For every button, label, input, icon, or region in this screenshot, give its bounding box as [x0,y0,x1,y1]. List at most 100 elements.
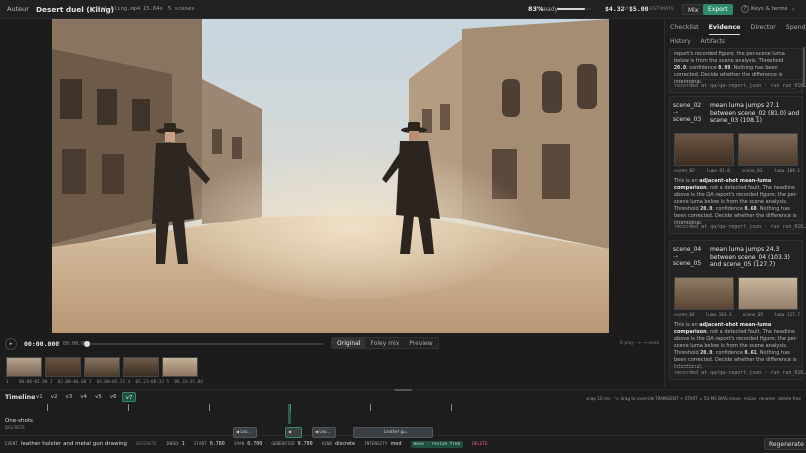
oneshot-clip[interactable]: ◀ Lea… [233,427,257,438]
resize-grip[interactable] [394,389,412,391]
thumb-labels: scene_02 luma 81.0 scene_03 luma 108.1 [674,169,800,174]
app-brand[interactable]: Auteur [7,5,29,13]
scene-thumb[interactable] [6,357,42,377]
tab-foley-mix[interactable]: Foley mix [365,338,404,348]
clip-label: ◀ Lea… [315,429,331,434]
scene-thumb[interactable] [84,357,120,377]
event-detail-bar: EVENT leather holster and metal gun draw… [5,441,488,448]
scene-num: 3 [88,380,92,385]
edit-actions: move resize rename delete free [729,396,801,401]
scrub-handle[interactable] [84,341,90,347]
estimate-label: ESTIMATE [650,6,675,12]
track-sublabel: DISCRETE [5,425,25,430]
generated-value: 0.700 [297,441,313,447]
version-tab[interactable]: v3 [63,392,76,402]
scene-thumb[interactable] [162,357,198,377]
ruler-tick [209,404,210,411]
threshold-value: 20.0 [674,65,687,71]
snap-hint: snap 10 ms · ⌥ drag to override [586,396,655,401]
version-tabs: v1 v2 v3 v4 v5 v6 v7 [33,392,137,402]
regenerate-button[interactable]: Regenerate [764,438,806,450]
oneshot-clip[interactable]: Leather gu… [353,427,433,438]
chevron-right-icon[interactable]: › [792,6,794,13]
scene-strip: 1 00:00–02.90 2 02.00–04.00 3 04.00–05.2… [0,353,662,387]
tab-preview[interactable]: Preview [404,338,437,348]
confidence-label: ; confidence [712,350,743,356]
scene-id-b[interactable]: scene_05 [673,260,701,267]
help-icon[interactable]: ? [741,5,749,13]
scrub-bar[interactable] [84,341,324,347]
action-rename[interactable]: rename [759,396,775,401]
tab-artifacts[interactable]: Artifacts [701,39,725,45]
intensity-value: med [390,441,402,447]
version-tab[interactable]: v6 [107,392,120,402]
thumb-b-label: scene_05 [742,313,764,318]
index-label: INDEX [165,442,179,447]
card-headline: mean luma jumps 27.1 between scene_02 (8… [710,102,800,124]
thumb-scene-b[interactable] [738,277,798,310]
tab-original[interactable]: Original [332,338,366,348]
threshold-value: 20.0 [700,206,713,212]
ruler-tick [370,404,371,411]
version-tab[interactable]: v4 [77,392,90,402]
span-label: SPAN [233,442,245,447]
scene-num: 5 [166,380,170,385]
thumb-b-luma: luma 108.1 [774,169,800,174]
timecode: 00:00.000 [24,339,60,348]
confidence-value: 0.68 [744,206,757,212]
thumb-scene-a[interactable] [674,133,734,166]
tab-spend[interactable]: Spend [786,24,806,35]
delete-button[interactable]: DELETE [472,442,488,447]
shortcut-hint: TRANSIENT + START = 50 MS BIAS [655,396,728,401]
scene-id-a[interactable]: scene_02 [673,102,701,109]
ready-label: ready [541,5,559,13]
timeline-label: Timeline [5,394,36,401]
version-tab[interactable]: v1 [33,392,46,402]
panel-tabs: Checklist Evidence Director Spend [670,24,806,35]
play-button[interactable]: ▸ [5,338,17,350]
ready-progress-fill [557,8,586,10]
scene-range: 00:00–02.90 [18,380,48,385]
start-label: START [193,442,207,447]
mix-button[interactable]: Mix [682,4,705,15]
scene-id-b[interactable]: scene_03 [673,116,701,123]
desc-text: report's recorded figure; the per-scene … [674,51,785,64]
scene-num: 4 [127,380,131,385]
action-resize[interactable]: resize [744,396,756,401]
evidence-card: scene_04 → scene_05 mean luma jumps 24.3… [669,240,806,380]
track-label: One-shots [5,418,33,424]
cost-budget: $5.00 [629,5,649,13]
version-tab[interactable]: v2 [48,392,61,402]
tab-checklist[interactable]: Checklist [670,24,699,35]
event-kind-badge: DISCRETE [136,442,157,447]
scroll-indicator[interactable] [803,47,805,87]
playhead-marker[interactable] [288,404,291,424]
arrow-icon: → [673,109,679,116]
thumb-scene-a[interactable] [674,277,734,310]
confidence-label: ; confidence [712,206,743,212]
action-move[interactable]: move [729,396,741,401]
version-tab-active[interactable]: v7 [121,392,137,402]
clip-label: ◀ Lea… [286,429,297,437]
tab-evidence[interactable]: Evidence [708,24,741,35]
scene-range: 08.33–15.84 [174,380,203,385]
tab-history[interactable]: History [670,39,691,45]
keys-terms-link[interactable]: Keys & terms [751,6,788,12]
card-footer: recorded at qa/qa-report.json · run run_… [670,220,806,233]
scene-id-a[interactable]: scene_04 [673,246,701,253]
tab-director[interactable]: Director [750,24,775,35]
oneshot-clip-selected[interactable]: ◀ Lea… [285,427,302,438]
desert-duel-frame-image [52,19,609,333]
export-button[interactable]: Export [703,4,733,15]
scene-thumb[interactable] [123,357,159,377]
thumb-scene-b[interactable] [738,133,798,166]
oneshot-clip[interactable]: ◀ Lea… [312,427,336,438]
video-frame[interactable] [52,19,609,333]
move-resize-chip[interactable]: move · resize free [410,441,464,448]
version-tab[interactable]: v5 [92,392,105,402]
scene-thumb[interactable] [45,357,81,377]
action-delete[interactable]: delete free [778,396,801,401]
duration: 15.84s [143,6,163,12]
scene-range: 04.00–05.21 [96,380,126,385]
ruler-tick [451,404,452,411]
